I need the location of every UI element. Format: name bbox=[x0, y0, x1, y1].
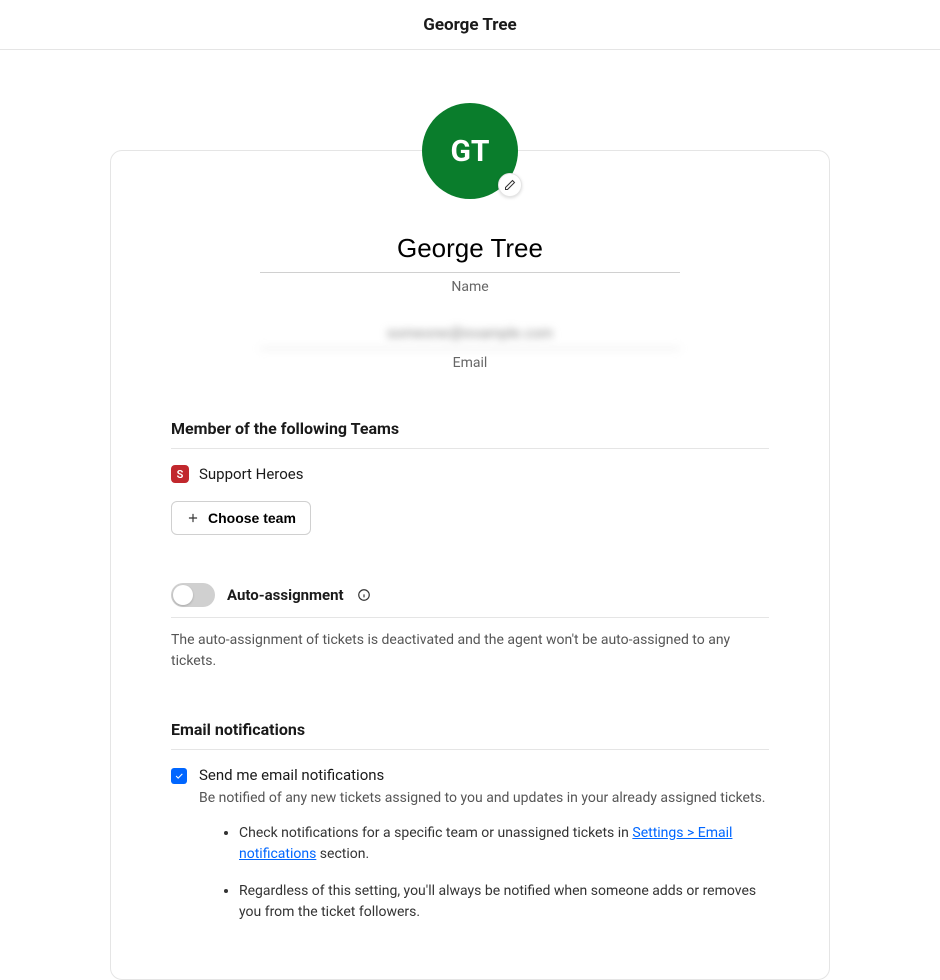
content: GT Name Email Member of the following Te… bbox=[0, 50, 940, 980]
team-name: Support Heroes bbox=[199, 465, 304, 483]
edit-avatar-button[interactable] bbox=[498, 173, 522, 197]
name-input[interactable] bbox=[260, 229, 680, 273]
auto-assignment-section: Auto-assignment The auto-assignment of t… bbox=[171, 583, 769, 672]
name-label: Name bbox=[260, 279, 680, 295]
list-item: Regardless of this setting, you'll alway… bbox=[239, 881, 769, 923]
send-email-checkbox-row: Send me email notifications Be notified … bbox=[171, 766, 769, 939]
page-title: George Tree bbox=[423, 15, 517, 35]
email-field-group: Email bbox=[260, 319, 680, 371]
team-badge: S bbox=[171, 465, 189, 483]
email-input[interactable] bbox=[260, 319, 680, 349]
bullet-prefix: Check notifications for a specific team … bbox=[239, 825, 632, 841]
auto-assignment-toggle[interactable] bbox=[171, 583, 215, 607]
auto-assignment-description: The auto-assignment of tickets is deacti… bbox=[171, 630, 769, 672]
page-header: George Tree bbox=[0, 0, 940, 50]
email-notifications-title: Email notifications bbox=[171, 720, 769, 750]
toggle-knob bbox=[173, 585, 193, 605]
teams-section-title: Member of the following Teams bbox=[171, 419, 769, 449]
choose-team-label: Choose team bbox=[208, 510, 296, 526]
team-row: S Support Heroes bbox=[171, 465, 769, 483]
choose-team-button[interactable]: Choose team bbox=[171, 501, 311, 535]
profile-fields: Name Email bbox=[171, 229, 769, 371]
bullet-text: Regardless of this setting, you'll alway… bbox=[239, 883, 756, 920]
checkbox-content: Send me email notifications Be notified … bbox=[199, 766, 769, 939]
notification-notes: Check notifications for a specific team … bbox=[199, 823, 769, 923]
send-email-label: Send me email notifications bbox=[199, 766, 769, 784]
profile-card: GT Name Email Member of the following Te… bbox=[110, 150, 830, 980]
avatar: GT bbox=[422, 103, 518, 199]
auto-assignment-row: Auto-assignment bbox=[171, 583, 769, 618]
send-email-description: Be notified of any new tickets assigned … bbox=[199, 788, 769, 809]
email-notifications-section: Email notifications Send me email notifi… bbox=[171, 720, 769, 939]
auto-assignment-label: Auto-assignment bbox=[227, 586, 344, 604]
teams-section: Member of the following Teams S Support … bbox=[171, 419, 769, 535]
list-item: Check notifications for a specific team … bbox=[239, 823, 769, 865]
info-icon[interactable] bbox=[356, 587, 372, 603]
bullet-suffix: section. bbox=[316, 846, 369, 862]
name-field-group: Name bbox=[260, 229, 680, 295]
pencil-icon bbox=[504, 179, 516, 191]
avatar-container: GT bbox=[422, 103, 518, 199]
plus-icon bbox=[186, 511, 200, 525]
check-icon bbox=[174, 771, 184, 781]
send-email-checkbox[interactable] bbox=[171, 768, 187, 784]
avatar-initials: GT bbox=[450, 134, 489, 169]
email-label: Email bbox=[260, 355, 680, 371]
